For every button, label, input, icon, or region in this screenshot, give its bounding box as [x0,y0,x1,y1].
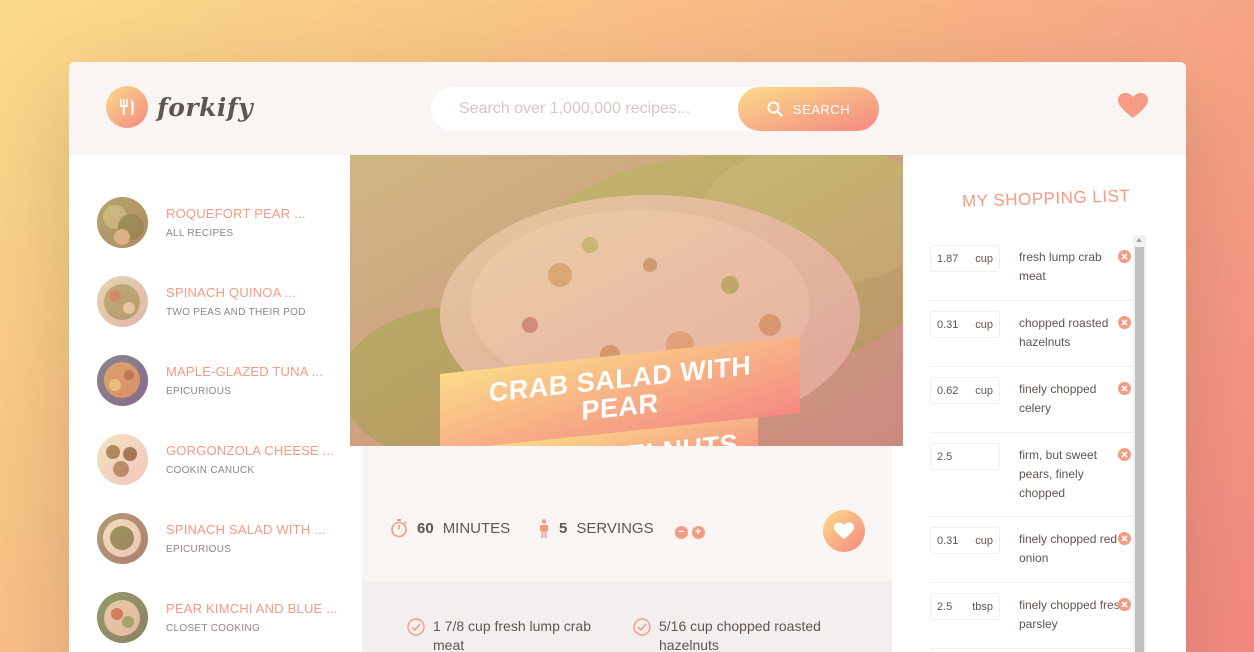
result-item[interactable]: Roquefort Pear ... All Recipes [97,197,337,248]
recipe-servings-label: servings [576,520,654,537]
result-author: Closet Cooking [166,623,261,634]
search-results: Roquefort Pear ... All Recipes Spinach Q… [69,155,350,652]
quantity-field[interactable]: 0.31 cup [930,527,1000,554]
recipe-minutes: 60 [417,519,434,537]
person-icon [540,518,548,538]
bookmark-heart-button[interactable] [823,510,865,552]
delete-icon[interactable] [1118,382,1131,395]
item-description: finely chopped fresh parsley [1019,598,1127,631]
delete-icon[interactable] [1118,316,1131,329]
result-item[interactable]: Spinach Salad with ... Epicurious [97,513,337,564]
shopping-list-title: My Shopping List [961,186,1131,211]
item-description: finely chopped celery [1019,382,1097,415]
quantity-field[interactable]: 2.5 tbsp [930,593,1000,620]
result-item[interactable]: Maple-Glazed Tuna ... Epicurious [97,355,337,406]
decrease-servings-button[interactable]: − [674,526,688,539]
logo[interactable]: forkify [106,86,253,128]
result-item[interactable]: Gorgonzola Cheese ... Cookin Canuck [97,434,337,485]
search-icon [767,101,783,117]
result-item[interactable]: Spinach Quinoa ... Two Peas and Their Po… [97,276,337,327]
quantity-field[interactable]: 2.5 [930,443,1000,470]
ingredient-item: 1 7/8 cup fresh lump crab meat [407,617,607,652]
delete-icon[interactable] [1118,598,1131,611]
result-title: Maple-Glazed Tuna ... [166,364,324,379]
result-title: Spinach Quinoa ... [166,285,297,300]
ingredient-list: 1 7/8 cup fresh lump crab meat 5/16 cup … [362,581,892,652]
scroll-up-arrow-icon[interactable] [1136,238,1142,242]
unit-label: cup [975,318,993,331]
search-input[interactable] [459,100,759,118]
quantity-field[interactable]: 1.87 cup [930,245,1000,272]
quantity-field[interactable]: 0.31 cup [930,311,1000,338]
item-description: firm, but sweet pears, finely chopped [1019,448,1098,500]
recipe: Crab Salad with Pear and Hazelnuts 60 mi… [350,155,903,652]
unit-label: tbsp [972,600,993,613]
logo-text: forkify [157,92,254,122]
scrollbar-thumb[interactable] [1135,247,1144,652]
result-title: Roquefort Pear ... [166,206,306,221]
result-item[interactable]: Pear Kimchi and Blue ... Closet Cooking [97,592,337,643]
result-author: Epicurious [166,386,232,397]
shopping-item: 2.5 tbsp finely chopped fresh parsley [930,583,1134,649]
stopwatch-icon [391,519,407,538]
shopping-item: 0.31 cup finely chopped red onion [930,517,1134,583]
search-button-label: Search [792,101,851,117]
shopping-item: 1.87 cup fresh lump crab meat [930,235,1134,301]
header: forkify Search [69,62,1186,155]
recipe-servings: 5 servings − + [538,518,705,539]
item-description: fresh lump crab meat [1019,250,1102,283]
result-thumbnail [97,197,148,248]
result-thumbnail [97,513,148,564]
recipe-minutes-label: minutes [442,519,511,537]
ingredient-count: 5/16 [659,618,687,634]
result-title: Pear Kimchi and Blue ... [166,601,338,616]
check-icon [407,618,425,636]
unit-label: cup [975,384,993,397]
ingredient-item: 5/16 cup chopped roasted hazelnuts [633,617,833,652]
result-title: Gorgonzola Cheese ... [166,443,335,458]
search-form: Search [431,87,879,131]
result-author: Cookin Canuck [166,465,255,476]
result-author: Epicurious [166,544,232,555]
increase-servings-button[interactable]: + [691,526,705,539]
result-thumbnail [97,276,148,327]
result-thumbnail [97,592,148,643]
app-container: forkify Search Roquefort Pea [69,62,1186,652]
result-title: Spinach Salad with ... [166,522,326,537]
delete-icon[interactable] [1118,250,1131,263]
recipe-time: 60 minutes [390,518,510,538]
shopping-list-scrollbar[interactable] [1133,235,1146,652]
check-icon [633,618,651,636]
servings-controls: − + [674,526,705,539]
recipe-details: 60 minutes 5 servings − + [362,446,892,581]
likes-heart-icon[interactable] [1118,93,1148,124]
item-description: chopped roasted hazelnuts [1019,316,1109,349]
search-button[interactable]: Search [738,87,879,131]
quantity-field[interactable]: 0.62 cup [930,377,1000,404]
delete-icon[interactable] [1118,532,1131,545]
unit-label: cup [975,252,993,265]
result-thumbnail [97,355,148,406]
heart-icon [834,522,854,539]
fork-knife-icon [106,86,148,128]
result-thumbnail [97,434,148,485]
result-author: All Recipes [166,228,234,239]
shopping-list: My Shopping List 1.87 cup fresh lump crab… [903,155,1186,652]
result-author: Two Peas and Their Pod [166,307,306,318]
shopping-item: 0.62 cup finely chopped celery [930,367,1134,433]
recipe-servings-count: 5 [559,520,568,537]
delete-icon[interactable] [1118,448,1131,461]
shopping-item: 2.5 firm, but sweet pears, finely choppe… [930,433,1134,517]
ingredient-count: 1 7/8 [433,618,465,634]
item-description: finely chopped red onion [1019,532,1118,565]
shopping-item: 0.31 cup chopped roasted hazelnuts [930,301,1134,367]
unit-label: cup [975,534,993,547]
